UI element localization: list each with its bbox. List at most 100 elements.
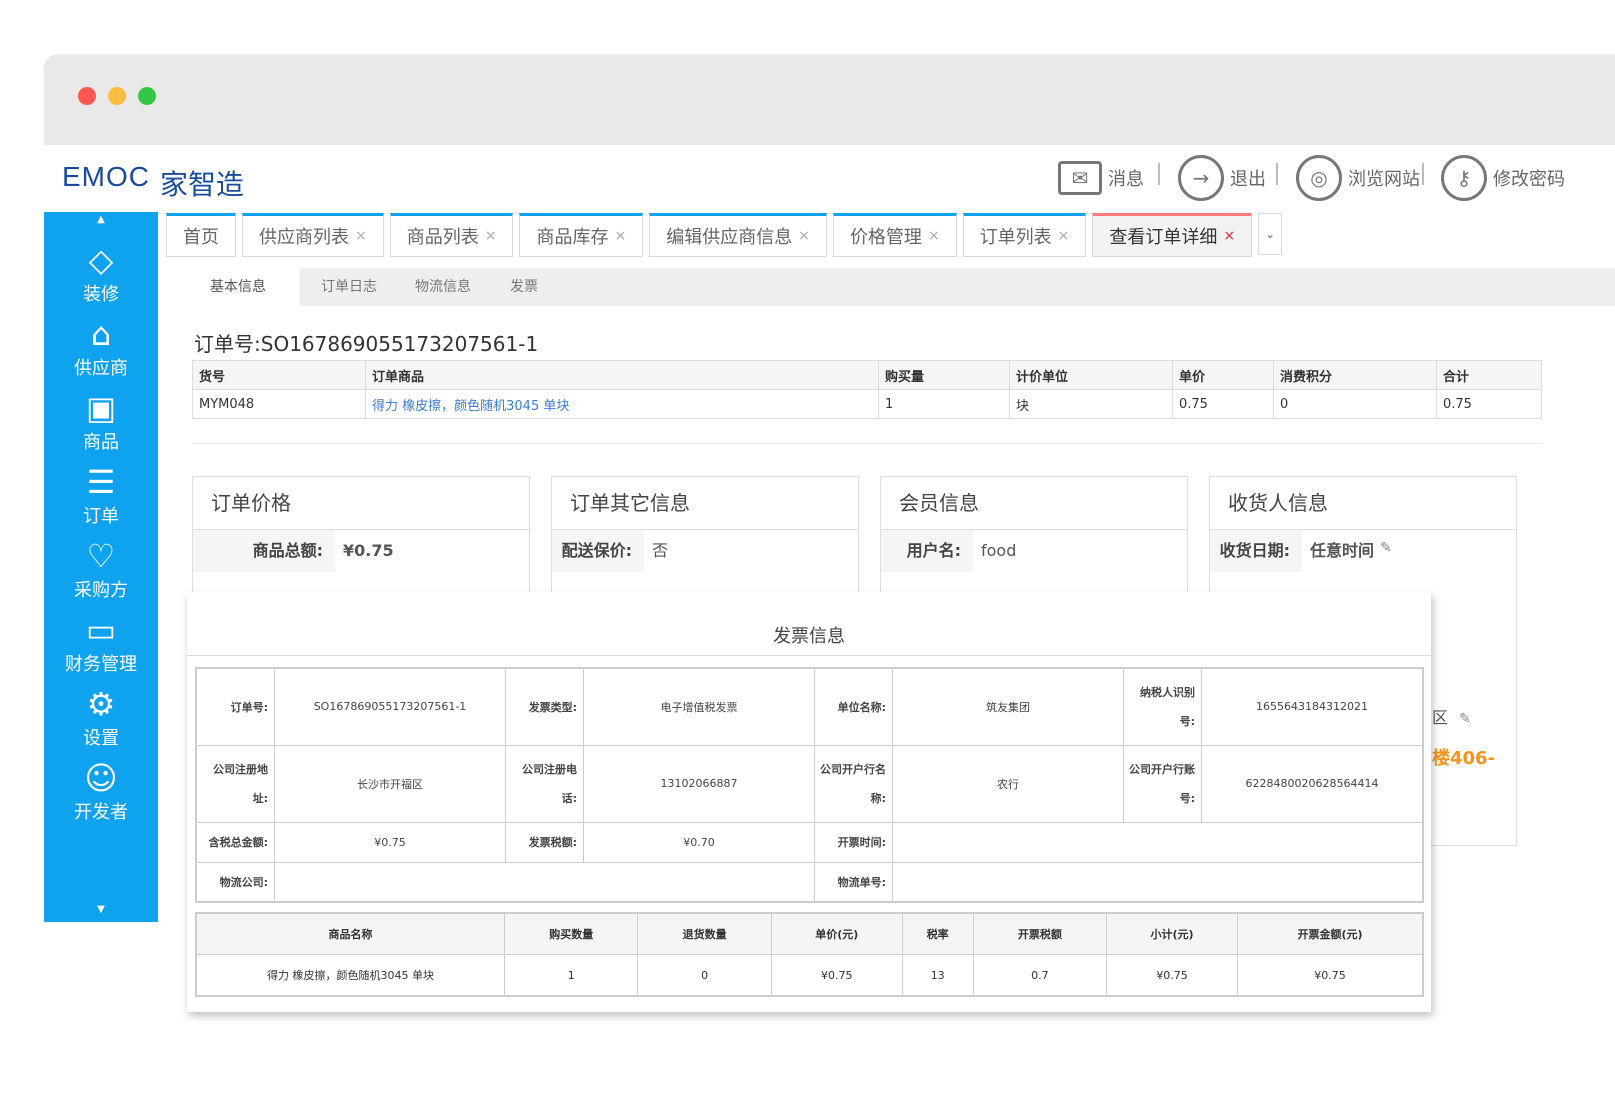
subtab-logistics[interactable]: 物流信息 xyxy=(415,268,471,306)
tag-icon: ◇ xyxy=(88,241,114,279)
field-label-line: 号: xyxy=(1179,792,1195,805)
maximize-window-button[interactable] xyxy=(138,87,156,105)
close-icon[interactable]: × xyxy=(1058,228,1070,244)
sidebar-item-decoration[interactable]: ◇ 装修 xyxy=(44,240,158,306)
sidebar-item-label: 设置 xyxy=(83,728,119,749)
sidebar-item-label: 装修 xyxy=(83,284,119,305)
close-icon[interactable]: × xyxy=(614,228,626,244)
tab-goods-list[interactable]: 商品列表 × xyxy=(389,213,514,257)
cell-returned: 0 xyxy=(637,954,772,997)
cell-total: 0.75 xyxy=(1436,389,1542,419)
tab-order-detail[interactable]: 查看订单详细 × xyxy=(1092,213,1253,257)
receiver-address-fragment: 区 xyxy=(1432,708,1449,727)
header-browse-site-label: 浏览网站 xyxy=(1348,169,1420,190)
table-row: 物流公司: 物流单号: xyxy=(195,861,1424,903)
panel-title: 订单其它信息 xyxy=(552,477,858,530)
panel-value: food xyxy=(981,541,1017,560)
cell-unit-price: ¥0.75 xyxy=(770,954,903,997)
table-header-row: 商品名称 购买数量 退货数量 单价(元) 税率 开票税额 小计(元) 开票金额(… xyxy=(195,912,1424,955)
scroll-up-icon[interactable]: ▲ xyxy=(44,214,158,225)
invoice-modal: 发票信息 订单号: SO167869055173207561-1 发票类型: 电… xyxy=(187,592,1431,1012)
sidebar-item-label: 商品 xyxy=(83,432,119,453)
sidebar: ▲ ◇ 装修 ⌂ 供应商 ▣ 商品 ☰ 订单 ♡ 采购方 ▭ 财务管理 ⚙ 设置 ☺ 开发者 ▼ xyxy=(44,212,158,922)
tab-label: 查看订单详细 xyxy=(1109,227,1218,248)
header-change-password[interactable]: ⚷ 修改密码 xyxy=(1441,155,1565,201)
sidebar-item-supplier[interactable]: ⌂ 供应商 xyxy=(44,314,158,380)
field-label: 物流单号: xyxy=(814,861,893,903)
close-icon[interactable]: × xyxy=(928,228,940,244)
cell-tax-rate: 13 xyxy=(901,954,974,997)
invoice-title: 发票信息 xyxy=(773,626,845,647)
table-row: 得力 橡皮擦，颜色随机3045 单块 1 0 ¥0.75 13 0.7 ¥0.7… xyxy=(195,954,1424,997)
panel-title: 订单价格 xyxy=(193,477,529,530)
bag-icon: ▣ xyxy=(85,389,117,427)
order-number-label: 订单号: xyxy=(194,332,261,356)
sidebar-item-goods[interactable]: ▣ 商品 xyxy=(44,388,158,454)
chevron-down-icon[interactable]: ⌄ xyxy=(1258,213,1283,255)
field-value: 电子增值税发票 xyxy=(583,667,815,746)
tab-label: 商品列表 xyxy=(406,227,479,248)
cell-invoice-amount: ¥0.75 xyxy=(1237,954,1424,997)
subtab-invoice[interactable]: 发票 xyxy=(510,268,538,306)
close-icon[interactable]: × xyxy=(485,228,497,244)
tab-supplier-list[interactable]: 供应商列表 × xyxy=(242,213,384,257)
tab-label: 订单列表 xyxy=(979,227,1052,248)
field-value: 1655643184312021 xyxy=(1201,667,1424,746)
header-change-password-label: 修改密码 xyxy=(1493,169,1565,190)
tab-price-management[interactable]: 价格管理 × xyxy=(832,213,957,257)
cell-tax-amount: 0.7 xyxy=(972,954,1108,997)
field-value: ¥0.75 xyxy=(274,821,506,863)
globe-icon: ◎ xyxy=(1296,155,1342,201)
close-window-button[interactable] xyxy=(78,87,96,105)
field-value: ¥0.70 xyxy=(583,821,815,863)
cell-quantity: 1 xyxy=(878,389,1010,419)
product-link[interactable]: 得力 橡皮擦，颜色随机3045 单块 xyxy=(365,389,879,419)
field-label: 单位名称: xyxy=(814,667,893,746)
panel-value: 否 xyxy=(652,541,669,560)
column-header: 单价(元) xyxy=(770,912,903,955)
tab-label: 供应商列表 xyxy=(259,227,349,248)
field-label-line: 公司开户行名 xyxy=(820,763,886,776)
sidebar-item-orders[interactable]: ☰ 订单 xyxy=(44,462,158,528)
sidebar-item-settings[interactable]: ⚙ 设置 xyxy=(44,684,158,750)
sidebar-item-buyers[interactable]: ♡ 采购方 xyxy=(44,536,158,602)
tab-goods-stock[interactable]: 商品库存 × xyxy=(519,213,644,257)
column-header: 订单商品 xyxy=(365,360,879,390)
tab-edit-supplier[interactable]: 编辑供应商信息 × xyxy=(649,213,827,257)
detail-subtabs: 基本信息 订单日志 物流信息 发票 xyxy=(176,268,1615,306)
field-label: 公司开户行账 号: xyxy=(1123,744,1202,823)
tab-label: 首页 xyxy=(183,227,219,248)
tab-order-list[interactable]: 订单列表 × xyxy=(962,213,1087,257)
invoice-goods-table: 商品名称 购买数量 退货数量 单价(元) 税率 开票税额 小计(元) 开票金额(… xyxy=(195,912,1424,997)
column-header: 小计(元) xyxy=(1106,912,1238,955)
edit-icon[interactable]: ✎ xyxy=(1459,711,1471,727)
header-messages-label: 消息 xyxy=(1108,169,1144,190)
header-messages[interactable]: ✉ 消息 xyxy=(1058,155,1144,201)
column-header: 开票税额 xyxy=(972,912,1108,955)
close-icon[interactable]: × xyxy=(798,228,810,244)
column-header: 购买量 xyxy=(878,360,1010,390)
edit-icon[interactable]: ✎ xyxy=(1380,530,1392,572)
header-logout-label: 退出 xyxy=(1230,169,1266,190)
header-browse-site[interactable]: ◎ 浏览网站 xyxy=(1296,155,1420,201)
field-label: 纳税人识别 号: xyxy=(1123,667,1202,746)
close-icon[interactable]: × xyxy=(355,228,367,244)
subtab-order-log[interactable]: 订单日志 xyxy=(321,268,377,306)
close-icon[interactable]: × xyxy=(1223,228,1235,244)
sidebar-item-developer[interactable]: ☺ 开发者 xyxy=(44,758,158,824)
field-label: 含税总金额: xyxy=(195,821,275,863)
divider xyxy=(187,655,1431,656)
sidebar-item-finance[interactable]: ▭ 财务管理 xyxy=(44,610,158,676)
minimize-window-button[interactable] xyxy=(108,87,126,105)
column-header: 计价单位 xyxy=(1009,360,1173,390)
monitor-icon: ▭ xyxy=(85,611,117,649)
tab-home[interactable]: 首页 xyxy=(166,213,236,257)
sidebar-item-label: 供应商 xyxy=(74,358,128,379)
user-icon: ☺ xyxy=(84,759,118,797)
subtab-basic-info[interactable]: 基本信息 xyxy=(176,268,300,306)
scroll-down-icon[interactable]: ▼ xyxy=(44,904,158,915)
field-label: 物流公司: xyxy=(195,861,275,903)
header-logout[interactable]: → 退出 xyxy=(1178,155,1266,201)
column-header: 购买数量 xyxy=(503,912,639,955)
sidebar-item-label: 采购方 xyxy=(74,580,128,601)
